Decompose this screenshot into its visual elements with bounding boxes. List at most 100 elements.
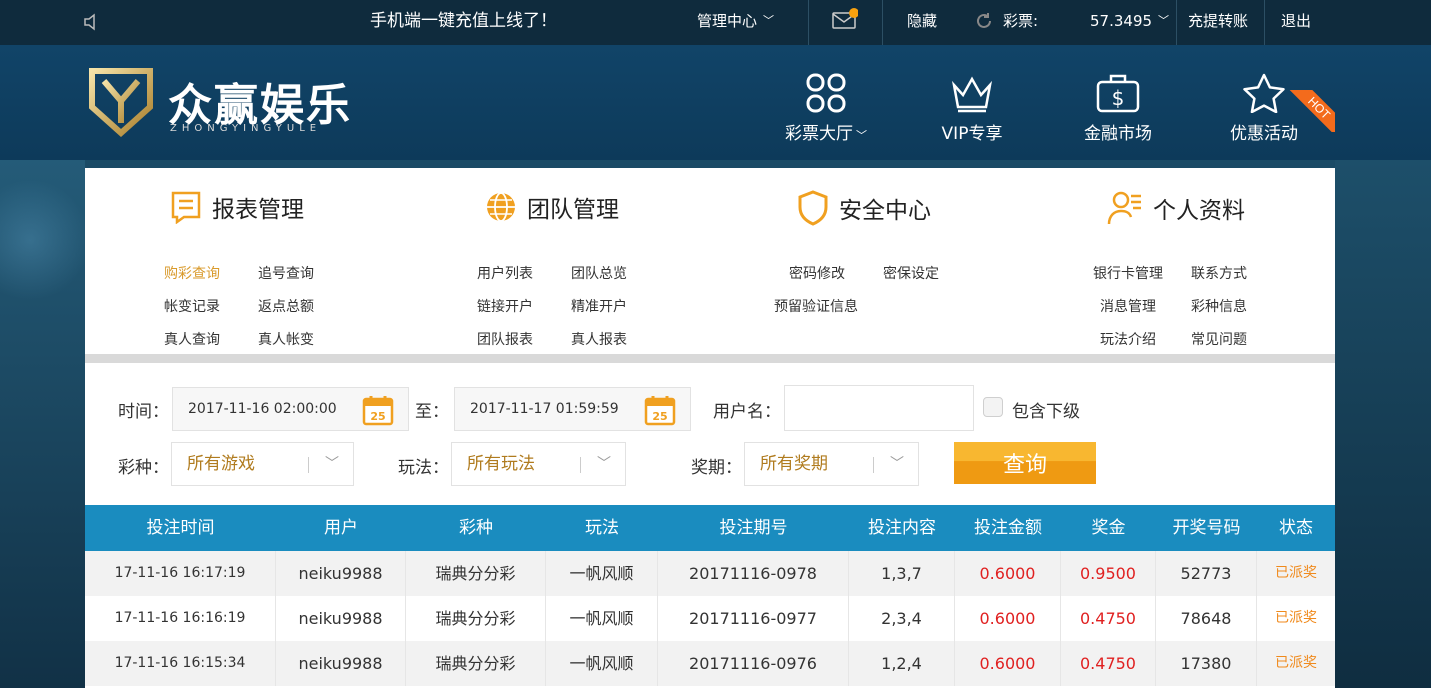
cell-status: 已派奖 — [1275, 565, 1317, 581]
link-password-change[interactable]: 密码修改 — [789, 263, 845, 283]
category-title: 团队管理 — [527, 197, 619, 223]
table-row[interactable]: 17-11-16 16:15:34 neiku9988 瑞典分分彩 一帆风顺 2… — [85, 641, 1335, 686]
query-button[interactable]: 查询 — [954, 442, 1096, 484]
nav-label: VIP专享 — [941, 124, 1003, 144]
nav-vip[interactable]: VIP专享 — [912, 73, 1032, 144]
link-contact[interactable]: 联系方式 — [1191, 263, 1247, 283]
logo-emblem-icon — [89, 68, 153, 138]
link-messages[interactable]: 消息管理 — [1100, 296, 1156, 316]
table-row[interactable]: 17-11-16 16:17:19 neiku9988 瑞典分分彩 一帆风顺 2… — [85, 551, 1335, 596]
mail-icon[interactable] — [832, 8, 859, 34]
include-subordinates-checkbox[interactable] — [983, 397, 1003, 417]
col-period: 投注期号 — [719, 518, 788, 538]
cell-amount: 0.6000 — [955, 641, 1061, 686]
bet-records-table: 投注时间 用户 彩种 玩法 投注期号 投注内容 投注金额 奖金 开奖号码 状态 … — [85, 505, 1335, 686]
link-play-intro[interactable]: 玩法介绍 — [1100, 329, 1156, 349]
divider — [580, 457, 581, 473]
nav-lottery-hall[interactable]: 彩票大厅 ﹀ — [766, 73, 886, 144]
cell-play: 一帆风顺 — [546, 596, 658, 641]
cell-user: neiku9988 — [276, 641, 406, 686]
col-content: 投注内容 — [868, 518, 936, 538]
management-center-menu[interactable]: 管理中心 ﹀ — [697, 0, 774, 45]
link-bet-query[interactable]: 购彩查询 — [164, 263, 220, 283]
management-center-label: 管理中心 — [697, 12, 758, 30]
col-bet-time: 投注时间 — [146, 518, 215, 538]
announcement-text[interactable]: 手机端一键充值上线了！ — [370, 0, 557, 45]
link-lottery-info[interactable]: 彩种信息 — [1191, 296, 1247, 316]
end-time-value: 2017-11-17 01:59:59 — [470, 401, 619, 417]
username-label: 用户名： — [713, 402, 781, 422]
divider — [308, 457, 309, 473]
link-user-list[interactable]: 用户列表 — [477, 263, 533, 283]
divider — [1264, 0, 1265, 45]
chevron-down-icon: ﹀ — [1158, 14, 1170, 27]
topup-transfer-link[interactable]: 充提转账 — [1188, 0, 1248, 45]
cell-user: neiku9988 — [276, 551, 406, 596]
calendar-day: 25 — [652, 410, 667, 423]
chevron-down-icon: ﹀ — [856, 129, 867, 142]
balance-dropdown[interactable]: 57.3495 ﹀ — [1090, 0, 1169, 45]
divider — [808, 0, 809, 45]
calendar-icon[interactable]: 25 — [644, 394, 676, 426]
link-chase-query[interactable]: 追号查询 — [258, 263, 314, 283]
link-live-account[interactable]: 真人帐变 — [258, 329, 314, 349]
crown-icon — [951, 76, 993, 113]
cell-period: 20171116-0977 — [658, 596, 849, 641]
cell-time: 17-11-16 16:17:19 — [85, 551, 276, 596]
link-live-report[interactable]: 真人报表 — [571, 329, 627, 349]
period-select[interactable]: 所有奖期 ﹀ — [744, 442, 919, 486]
period-value: 所有奖期 — [760, 454, 828, 474]
include-subordinates-label[interactable]: 包含下级 — [1012, 397, 1080, 422]
end-time-input[interactable]: 2017-11-17 01:59:59 25 — [454, 387, 691, 431]
cell-user: neiku9988 — [276, 596, 406, 641]
play-method-select[interactable]: 所有玩法 ﹀ — [451, 442, 626, 486]
cell-lottery: 瑞典分分彩 — [406, 551, 546, 596]
period-label: 奖期： — [691, 458, 742, 478]
refresh-icon[interactable] — [975, 12, 993, 32]
lottery-balance-label: 彩票: — [1003, 12, 1039, 30]
logo[interactable]: 众赢娱乐 ZHONGYINGYULE — [88, 67, 378, 138]
cell-content: 2,3,4 — [849, 596, 955, 641]
lottery-type-select[interactable]: 所有游戏 ﹀ — [171, 442, 354, 486]
link-account-change[interactable]: 帐变记录 — [164, 296, 220, 316]
cell-amount: 0.6000 — [955, 596, 1061, 641]
link-live-query[interactable]: 真人查询 — [164, 329, 220, 349]
link-link-account[interactable]: 链接开户 — [477, 296, 533, 316]
balance-value: 57.3495 — [1090, 12, 1153, 30]
link-security-question[interactable]: 密保设定 — [883, 263, 939, 283]
category-reports: 报表管理 — [170, 190, 304, 224]
link-team-report[interactable]: 团队报表 — [477, 329, 533, 349]
link-bank-card[interactable]: 银行卡管理 — [1093, 263, 1163, 283]
col-status: 状态 — [1279, 518, 1313, 538]
hide-balance-link[interactable]: 隐藏 — [907, 0, 937, 45]
divider — [873, 457, 874, 473]
link-rebate-total[interactable]: 返点总额 — [258, 296, 314, 316]
lottery-type-value: 所有游戏 — [187, 454, 255, 474]
user-profile-icon — [1107, 191, 1141, 225]
calendar-day: 25 — [370, 410, 385, 423]
speaker-icon[interactable] — [84, 0, 98, 45]
nav-finance[interactable]: $ 金融市场 — [1058, 73, 1178, 144]
table-header: 投注时间 用户 彩种 玩法 投注期号 投注内容 投注金额 奖金 开奖号码 状态 — [85, 505, 1335, 551]
link-faq[interactable]: 常见问题 — [1191, 329, 1247, 349]
logo-subtitle: ZHONGYINGYULE — [170, 123, 322, 134]
table-row[interactable]: 17-11-16 16:16:19 neiku9988 瑞典分分彩 一帆风顺 2… — [85, 596, 1335, 641]
logout-link[interactable]: 退出 — [1281, 0, 1311, 45]
cell-winning-number: 78648 — [1156, 596, 1257, 641]
link-precise-account[interactable]: 精准开户 — [571, 296, 627, 316]
start-time-input[interactable]: 2017-11-16 02:00:00 25 — [172, 387, 409, 431]
col-prize: 奖金 — [1091, 518, 1126, 538]
category-team: 团队管理 — [485, 190, 619, 224]
divider — [882, 0, 883, 45]
hot-badge: HOT — [1285, 90, 1335, 132]
cell-amount: 0.6000 — [955, 551, 1061, 596]
link-reserved-verification[interactable]: 预留验证信息 — [774, 296, 858, 316]
cell-play: 一帆风顺 — [546, 551, 658, 596]
shield-icon — [798, 190, 828, 226]
link-team-overview[interactable]: 团队总览 — [571, 263, 627, 283]
username-input[interactable] — [784, 385, 974, 431]
calendar-icon[interactable]: 25 — [362, 394, 394, 426]
category-title: 报表管理 — [212, 197, 304, 223]
cell-prize: 0.4750 — [1061, 641, 1156, 686]
start-time-value: 2017-11-16 02:00:00 — [188, 401, 337, 417]
